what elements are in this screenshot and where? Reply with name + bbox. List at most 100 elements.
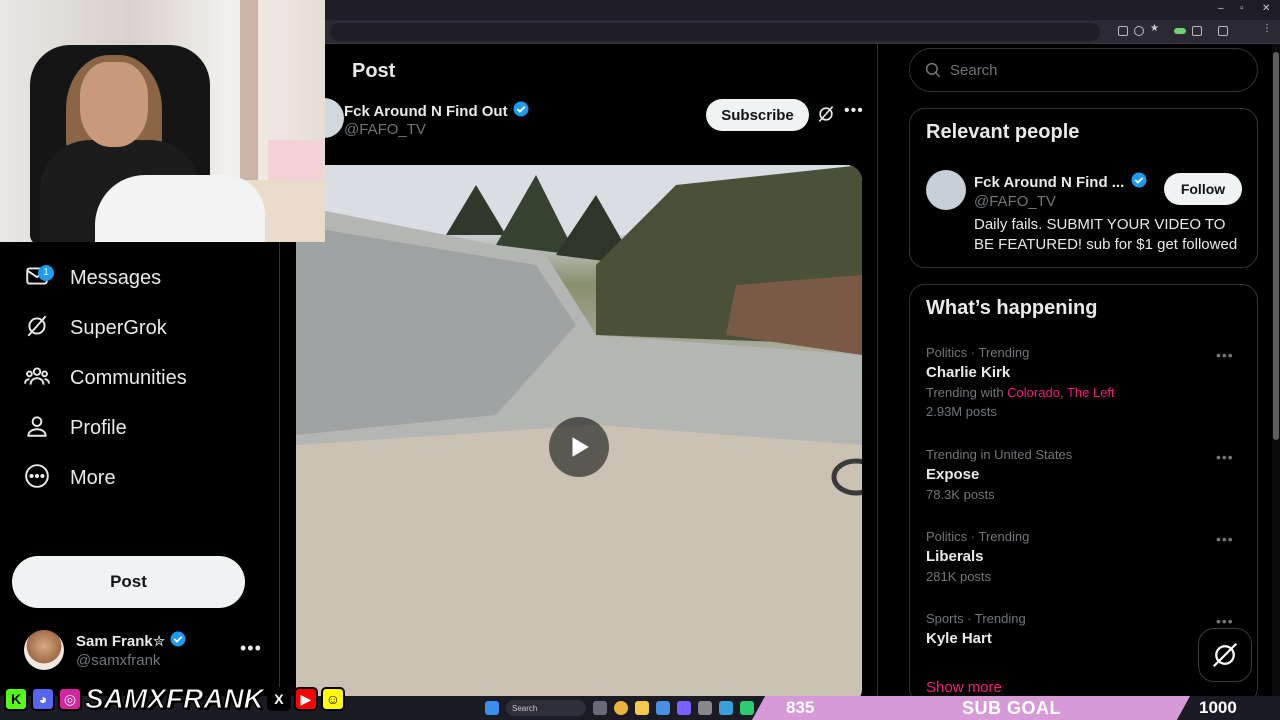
account-handle: @samxfrank — [76, 652, 161, 669]
sub-goal-label: SUB GOAL — [962, 698, 1062, 718]
extensions-icon[interactable] — [1192, 26, 1202, 36]
sub-goal-current: 835 — [786, 698, 815, 717]
sidebar-icon[interactable] — [1218, 26, 1228, 36]
app-icon[interactable] — [677, 701, 691, 715]
nav-messages-label: Messages — [70, 266, 162, 289]
instagram-icon: ◎ — [58, 687, 82, 711]
messages-badge: 1 — [38, 264, 54, 281]
bookmark-star-icon[interactable]: ★ — [1150, 23, 1160, 34]
main-column: Post Fck Around N Find Out @FAFO_TV Subs… — [280, 44, 878, 696]
trend-meta: Sports · Trending — [926, 611, 1026, 626]
trend-related-link[interactable]: The Left — [1067, 385, 1115, 400]
battery-icon — [1174, 28, 1186, 34]
chrome-icon[interactable] — [614, 701, 628, 715]
search-box[interactable] — [909, 48, 1258, 92]
trend-topic: Expose — [926, 466, 980, 483]
relevant-person-handle[interactable]: @FAFO_TV — [974, 193, 1056, 210]
compose-post-button[interactable]: Post — [12, 556, 245, 608]
discord-icon: ◕ — [31, 687, 55, 711]
page-title: Post — [352, 60, 396, 82]
trend-topic: Liberals — [926, 548, 984, 565]
trend-count: 2.93M posts — [926, 404, 997, 419]
nav-more[interactable]: More — [24, 458, 116, 498]
app-icon[interactable] — [719, 701, 733, 715]
avatar — [24, 630, 64, 670]
author-name-row[interactable]: Fck Around N Find Out — [344, 100, 530, 122]
windows-start-icon[interactable] — [485, 701, 499, 715]
nav-supergrok-label: SuperGrok — [70, 316, 167, 339]
more-circle-icon — [24, 463, 50, 494]
author-name: Fck Around N Find Out — [344, 102, 508, 120]
relevant-people-title: Relevant people — [926, 121, 1080, 143]
nav-communities[interactable]: Communities — [24, 358, 187, 398]
grok-icon[interactable] — [816, 104, 836, 124]
zoom-icon[interactable] — [1134, 26, 1144, 36]
snapchat-icon: ☺ — [320, 687, 345, 711]
nav-profile[interactable]: Profile — [24, 408, 127, 448]
channel-handle: SAMXFRANK — [85, 683, 265, 715]
mail-icon: 1 — [24, 263, 54, 294]
task-view-icon[interactable] — [593, 701, 607, 715]
maximize-icon[interactable]: ▫ — [1240, 3, 1244, 14]
post-more-icon[interactable]: ••• — [844, 102, 864, 120]
file-explorer-icon[interactable] — [635, 701, 649, 715]
nav-profile-label: Profile — [70, 416, 127, 439]
app-icon[interactable] — [740, 701, 754, 715]
whats-happening-title: What’s happening — [926, 297, 1098, 319]
relevant-person-bio: Daily fails. SUBMIT YOUR VIDEO TO BE FEA… — [974, 216, 1238, 253]
relevant-people-card: Relevant people Fck Around N Find ... @F… — [909, 108, 1258, 268]
trend-more-icon[interactable]: ••• — [1216, 347, 1234, 363]
communities-icon — [24, 363, 50, 394]
scrollbar-thumb[interactable] — [1273, 52, 1279, 440]
nav-messages[interactable]: 1 Messages — [24, 258, 161, 298]
account-more-icon[interactable]: ••• — [240, 638, 262, 659]
grok-icon — [24, 313, 50, 344]
x-icon: X — [266, 687, 291, 711]
nav-supergrok[interactable]: SuperGrok — [24, 308, 167, 348]
webcam-overlay — [0, 0, 325, 242]
trend-related-sep: , — [1059, 385, 1067, 400]
account-switcher[interactable]: Sam Frank✮ @samxfrank ••• — [24, 630, 264, 670]
trend-item[interactable]: Politics · Trending Charlie Kirk Trendin… — [926, 345, 1246, 419]
app-icon[interactable] — [656, 701, 670, 715]
show-more-link[interactable]: Show more — [926, 679, 1002, 696]
play-button[interactable] — [549, 417, 609, 477]
video-player[interactable] — [296, 165, 862, 696]
subscribe-button[interactable]: Subscribe — [706, 99, 809, 131]
verified-icon — [512, 100, 530, 122]
search-input[interactable] — [950, 61, 1250, 79]
trend-meta: Politics · Trending — [926, 345, 1030, 360]
minimize-icon[interactable]: – — [1218, 3, 1224, 14]
close-icon[interactable]: ✕ — [1262, 3, 1270, 14]
trend-topic: Charlie Kirk — [926, 364, 1011, 381]
nav-more-label: More — [70, 466, 116, 489]
search-icon — [925, 62, 941, 78]
account-name-row: Sam Frank✮ — [76, 630, 187, 652]
settings-icon[interactable] — [698, 701, 712, 715]
trend-count: 281K posts — [926, 569, 992, 584]
address-bar[interactable] — [330, 23, 1100, 41]
social-links: K ◕ ◎ SAMXFRANK X ▶ ☺ — [4, 683, 345, 715]
trend-more-icon[interactable]: ••• — [1216, 531, 1234, 547]
follow-button[interactable]: Follow — [1164, 173, 1242, 205]
relevant-person-name-row[interactable]: Fck Around N Find ... — [974, 171, 1148, 193]
trend-item[interactable]: Trending in United States Expose 78.3K p… — [926, 447, 1246, 502]
trend-related-prefix: Trending with — [926, 385, 1008, 400]
trend-item[interactable]: Politics · Trending Liberals 281K posts — [926, 529, 1246, 584]
trend-more-icon[interactable]: ••• — [1216, 449, 1234, 465]
relevant-person-name: Fck Around N Find ... — [974, 173, 1125, 191]
trend-meta: Politics · Trending — [926, 529, 1030, 544]
trend-related-link[interactable]: Colorado — [1007, 385, 1060, 400]
extension-icon[interactable] — [1118, 26, 1128, 36]
avatar[interactable] — [926, 170, 966, 210]
grok-icon — [1212, 642, 1238, 668]
trend-related: Trending with Colorado, The Left — [926, 385, 1246, 400]
taskbar-search[interactable]: Search — [506, 700, 586, 716]
trend-more-icon[interactable]: ••• — [1216, 613, 1234, 629]
kebab-menu-icon[interactable]: ⋮ — [1262, 23, 1272, 34]
profile-icon — [24, 413, 50, 444]
nav-communities-label: Communities — [70, 366, 187, 389]
taskbar-search-label: Search — [512, 703, 538, 713]
grok-fab-button[interactable] — [1198, 628, 1252, 682]
author-handle[interactable]: @FAFO_TV — [344, 121, 426, 138]
